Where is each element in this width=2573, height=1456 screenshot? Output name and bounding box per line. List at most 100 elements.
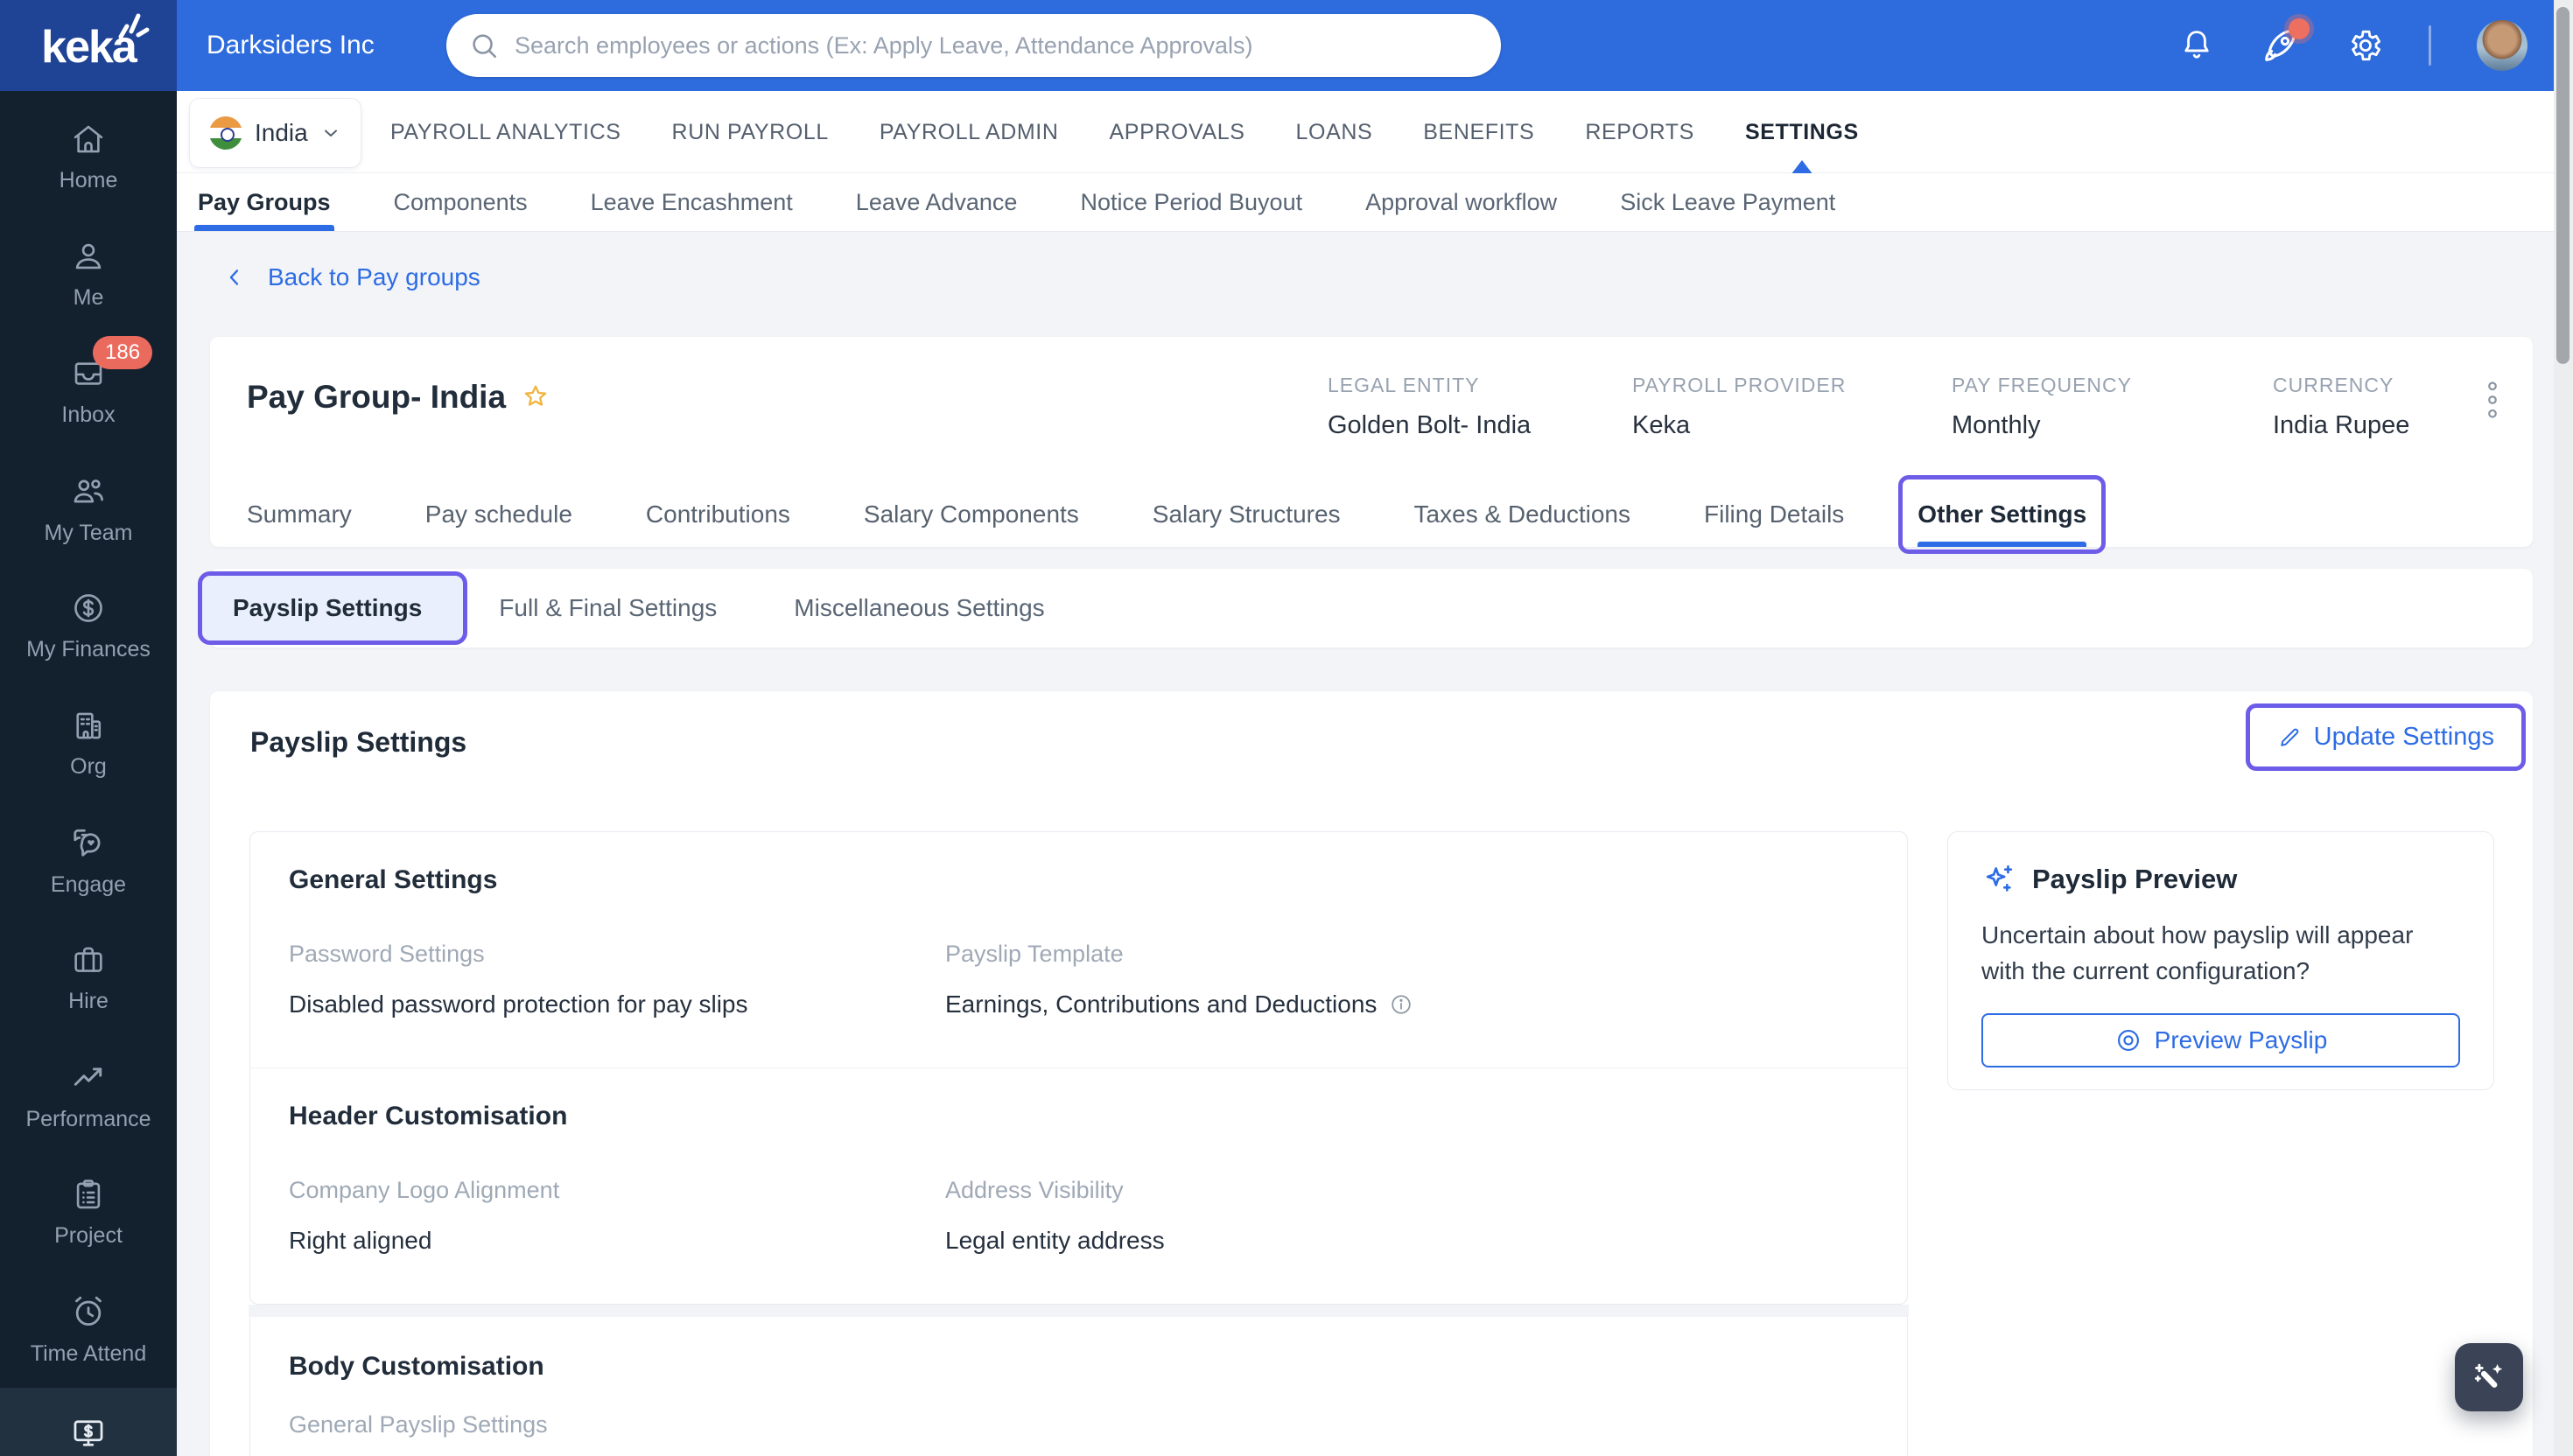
topbar: keka Darksiders Inc [0, 0, 2573, 91]
ai-sparkle-icon [1986, 865, 2013, 892]
engage-icon [74, 829, 101, 857]
subnav-leave-encashment[interactable]: Leave Encashment [591, 173, 793, 231]
tab-salary-components[interactable]: Salary Components [864, 482, 1079, 547]
info-icon[interactable] [1389, 992, 1413, 1017]
payslip-settings-panel: Payslip Settings Update Settings General… [210, 691, 2533, 1456]
module-nav: India PAYROLL ANALYTICS RUN PAYROLL PAYR… [177, 91, 2573, 175]
subtab-payslip-settings[interactable]: Payslip Settings [198, 571, 468, 645]
sidebar-item-me[interactable]: Me [0, 215, 177, 332]
payslip-preview-card: Payslip Preview Uncertain about how pays… [1947, 831, 2494, 1090]
pencil-icon [2280, 728, 2299, 746]
back-to-pay-groups-link[interactable]: Back to Pay groups [222, 263, 480, 291]
sidebar: Home Me 186 Inbox My Team My Finances Or… [0, 91, 177, 1456]
home-icon [74, 125, 103, 152]
meta-legal-entity: LEGAL ENTITY Golden Bolt- India [1328, 374, 1532, 439]
magic-wand-icon [2474, 1363, 2503, 1388]
nav-approvals[interactable]: APPROVALS [1110, 120, 1245, 145]
my-finances-icon [74, 593, 102, 622]
pay-group-tabs: Summary Pay schedule Contributions Salar… [247, 475, 2515, 554]
subnav-pay-groups[interactable]: Pay Groups [194, 173, 334, 231]
sidebar-item-hire[interactable]: Hire [0, 919, 177, 1036]
preview-target-icon [2117, 1030, 2139, 1052]
subnav-components[interactable]: Components [394, 173, 528, 231]
whats-new-rocket-icon[interactable] [2261, 18, 2310, 66]
pay-group-header-card: Pay Group- India LEGAL ENTITY Golden Bol… [210, 337, 2533, 554]
magic-wand-button[interactable] [2455, 1343, 2523, 1411]
nav-benefits[interactable]: BENEFITS [1423, 120, 1534, 145]
general-settings-section: General Settings Password Settings Disab… [250, 832, 1907, 1068]
meta-currency: CURRENCY India Rupee [2273, 374, 2410, 439]
scrollbar-thumb[interactable] [2556, 7, 2569, 364]
rocket-badge-dot [2289, 18, 2310, 39]
field-payslip-template: Payslip Template Earnings, Contributions… [945, 941, 1868, 1018]
salary-monitor-icon [74, 1420, 103, 1446]
sidebar-item-org[interactable]: Org [0, 684, 177, 802]
nav-payroll-analytics[interactable]: PAYROLL ANALYTICS [390, 120, 621, 145]
nav-reports[interactable]: REPORTS [1585, 120, 1694, 145]
subnav-notice-period-buyout[interactable]: Notice Period Buyout [1080, 173, 1302, 231]
body-customisation-card: Body Customisation General Payslip Setti… [249, 1317, 1908, 1456]
tab-filing-details[interactable]: Filing Details [1704, 482, 1844, 547]
meta-pay-frequency: PAY FREQUENCY Monthly [1952, 374, 2132, 439]
search-input[interactable] [515, 32, 1478, 60]
nav-run-payroll[interactable]: RUN PAYROLL [672, 120, 829, 145]
favorite-star-icon[interactable] [520, 382, 551, 413]
subtab-miscellaneous-settings[interactable]: Miscellaneous Settings [794, 594, 1044, 622]
section-heading: Payslip Settings [250, 726, 467, 758]
field-company-logo-alignment: Company Logo Alignment Right aligned [289, 1177, 560, 1254]
sidebar-item-payroll[interactable] [0, 1388, 177, 1456]
nav-loans[interactable]: LOANS [1296, 120, 1373, 145]
tab-taxes-deductions[interactable]: Taxes & Deductions [1414, 482, 1630, 547]
global-search[interactable] [446, 14, 1501, 77]
field-address-visibility: Address Visibility Legal entity address [945, 1177, 1165, 1254]
nav-payroll-admin[interactable]: PAYROLL ADMIN [880, 120, 1059, 145]
sidebar-item-inbox[interactable]: 186 Inbox [0, 332, 177, 450]
company-name: Darksiders Inc [207, 31, 375, 60]
subnav-leave-advance[interactable]: Leave Advance [856, 173, 1018, 231]
active-nav-caret [1790, 159, 1813, 175]
user-avatar[interactable] [2477, 20, 2527, 71]
page-title: Pay Group- India [247, 379, 507, 415]
notifications-bell-icon[interactable] [2178, 27, 2215, 64]
time-attend-icon [75, 1296, 102, 1326]
main-content: Back to Pay groups Pay Group- India LEGA… [177, 232, 2573, 1456]
tab-salary-structures[interactable]: Salary Structures [1153, 482, 1341, 547]
search-icon [473, 34, 497, 59]
update-settings-button[interactable]: Update Settings [2247, 705, 2524, 769]
sidebar-item-home[interactable]: Home [0, 98, 177, 215]
page-scrollbar [2554, 0, 2573, 1456]
subnav-sick-leave-payment[interactable]: Sick Leave Payment [1620, 173, 1835, 231]
subtab-full-final-settings[interactable]: Full & Final Settings [499, 594, 717, 622]
general-and-header-card: General Settings Password Settings Disab… [249, 831, 1908, 1305]
sidebar-item-performance[interactable]: Performance [0, 1036, 177, 1153]
settings-subnav: Pay Groups Components Leave Encashment L… [177, 173, 2573, 232]
region-selector[interactable]: India [189, 98, 361, 168]
settings-gear-icon[interactable] [2346, 27, 2383, 64]
tab-contributions[interactable]: Contributions [646, 482, 790, 547]
sidebar-item-engage[interactable]: Engage [0, 802, 177, 919]
nav-settings[interactable]: SETTINGS [1745, 120, 1859, 175]
tab-pay-schedule[interactable]: Pay schedule [425, 482, 572, 547]
tab-summary[interactable]: Summary [247, 482, 352, 547]
topbar-divider [2429, 25, 2431, 66]
logo-spark-icon [118, 13, 150, 39]
chevron-down-icon [324, 130, 337, 136]
sidebar-item-project[interactable]: Project [0, 1153, 177, 1270]
settings-column: General Settings Password Settings Disab… [249, 831, 1909, 1456]
org-icon [76, 712, 102, 738]
sidebar-item-my-team[interactable]: My Team [0, 450, 177, 567]
hire-icon [74, 947, 102, 972]
sidebar-item-time-attend[interactable]: Time Attend [0, 1270, 177, 1388]
header-customisation-section: Header Customisation Company Logo Alignm… [250, 1068, 1907, 1304]
other-settings-subtabs: Payslip Settings Full & Final Settings M… [198, 569, 2533, 648]
india-flag-icon [209, 116, 242, 150]
tab-other-settings[interactable]: Other Settings [1898, 475, 2107, 554]
kebab-menu-icon[interactable] [2475, 375, 2510, 424]
preview-payslip-button[interactable]: Preview Payslip [1981, 1013, 2460, 1068]
subnav-approval-workflow[interactable]: Approval workflow [1365, 173, 1557, 231]
chevron-left-icon [229, 270, 239, 285]
performance-icon [74, 1067, 102, 1086]
keka-logo[interactable]: keka [0, 0, 177, 91]
field-password-settings: Password Settings Disabled password prot… [289, 941, 748, 1018]
sidebar-item-my-finances[interactable]: My Finances [0, 567, 177, 684]
